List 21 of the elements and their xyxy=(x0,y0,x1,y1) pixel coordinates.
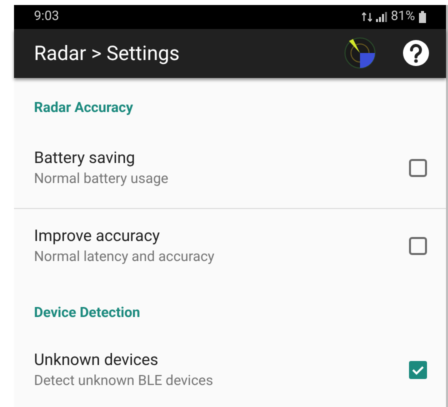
radar-icon[interactable] xyxy=(344,37,376,70)
setting-title: Battery saving xyxy=(34,147,136,169)
checkbox[interactable] xyxy=(408,158,428,178)
status-time: 9:03 xyxy=(34,8,60,26)
battery-icon xyxy=(419,10,426,23)
checkbox[interactable] xyxy=(408,360,428,380)
data-transfer-icon xyxy=(362,12,372,22)
section-header: Radar Accuracy xyxy=(34,99,134,118)
setting-row[interactable]: Unknown devices Detect unknown BLE devices xyxy=(14,333,446,407)
section-header: Device Detection xyxy=(34,304,140,323)
app-title: Radar > Settings xyxy=(34,40,180,68)
help-icon[interactable] xyxy=(402,39,430,68)
battery-percentage: 81% xyxy=(390,8,415,26)
setting-title: Unknown devices xyxy=(34,349,160,371)
setting-title: Improve accuracy xyxy=(34,225,161,247)
setting-summary: Normal latency and accuracy xyxy=(34,248,214,267)
setting-summary: Normal battery usage xyxy=(34,170,168,189)
checkbox[interactable] xyxy=(408,236,428,256)
setting-summary: Detect unknown BLE devices xyxy=(34,372,214,391)
setting-row[interactable]: Improve accuracy Normal latency and accuracy xyxy=(14,209,446,283)
signal-icon xyxy=(376,12,387,22)
